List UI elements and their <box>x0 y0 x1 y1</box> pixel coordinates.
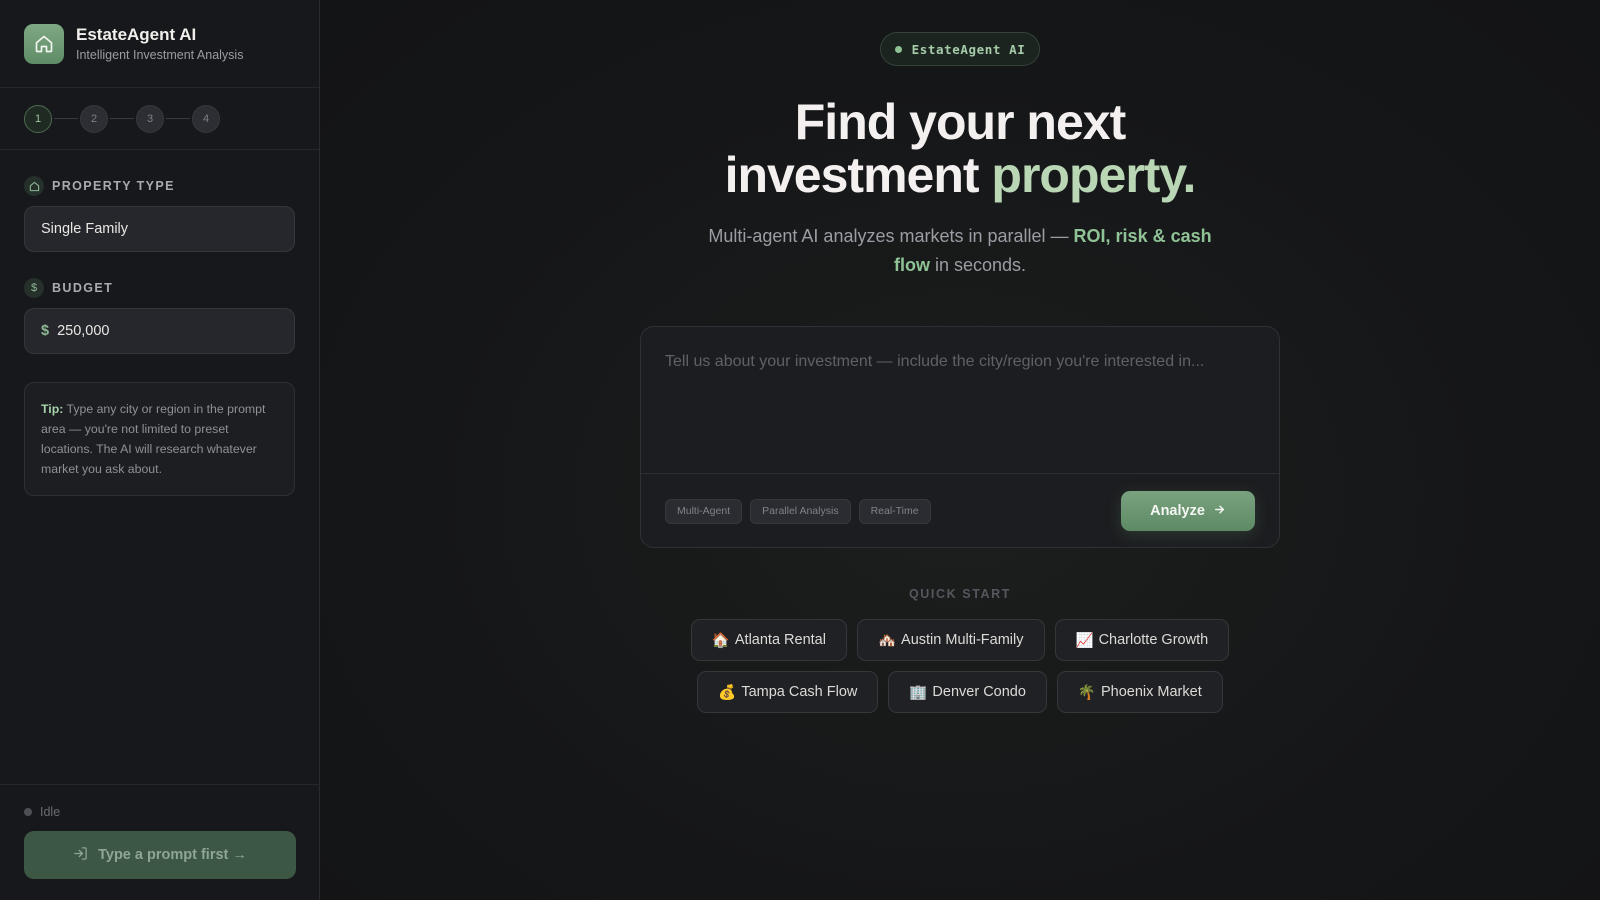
pill-dot <box>894 45 902 53</box>
quick-start-charlotte-growth[interactable]: 📈 Charlotte Growth <box>1054 619 1230 661</box>
palm-tree-icon: 🌴 <box>1077 684 1096 701</box>
budget-label: $ BUDGET <box>24 278 295 298</box>
hero-title-line2: investment <box>724 147 992 203</box>
hero-subtitle: Multi-agent AI analyzes markets in paral… <box>700 222 1220 280</box>
budget-input[interactable]: $ 250,000 <box>24 308 295 354</box>
step-connector <box>110 118 134 119</box>
houses-icon: 🏘️ <box>877 632 897 649</box>
quick-start-phoenix-market[interactable]: 🌴 Phoenix Market <box>1056 671 1223 713</box>
hero-sub-part1: Multi-agent AI analyzes markets in paral… <box>708 226 1074 246</box>
property-type-label: PROPERTY TYPE <box>24 176 295 196</box>
step-indicator: 1 2 3 4 <box>0 88 319 150</box>
money-bag-icon: 💰 <box>718 684 737 701</box>
brand-title: EstateAgent AI <box>76 25 197 44</box>
hero-title-line1: Find your next <box>794 94 1126 150</box>
quick-start-label: QUICK START <box>908 587 1012 601</box>
sidebar-footer: Idle Type a prompt first → <box>0 784 320 900</box>
quick-start-atlanta-rental[interactable]: 🏠 Atlanta Rental <box>690 619 847 661</box>
budget-value: 250,000 <box>57 323 110 339</box>
prompt-input[interactable] <box>641 327 1279 474</box>
chip-multi-agent: Multi-Agent <box>665 498 743 524</box>
hero-title: Find your next investment property. <box>320 96 1600 202</box>
currency-symbol: $ <box>41 323 50 339</box>
run-analysis-button[interactable]: Type a prompt first → <box>24 831 296 879</box>
hero: Find your next investment property. Mult… <box>320 96 1600 280</box>
quick-start-label: Atlanta Rental <box>734 632 826 648</box>
step-connector <box>54 118 78 119</box>
status-indicator: Idle <box>24 805 296 819</box>
quick-start-tampa-cash-flow[interactable]: 💰 Tampa Cash Flow <box>697 671 879 713</box>
hero-sub-part2: in seconds. <box>929 255 1027 275</box>
house-icon: 🏠 <box>711 632 730 649</box>
chip-real-time: Real-Time <box>858 498 931 524</box>
quick-start-denver-condo[interactable]: 🏢 Denver Condo <box>888 671 1047 713</box>
status-dot <box>24 808 32 816</box>
sidebar: EstateAgent AI Intelligent Investment An… <box>0 0 320 900</box>
step-4[interactable]: 4 <box>192 104 220 133</box>
home-icon <box>24 176 44 196</box>
tip-text: Type any city or region in the prompt ar… <box>41 402 266 476</box>
quick-start-label: Tampa Cash Flow <box>741 684 858 700</box>
property-type-value: Single Family <box>41 221 129 237</box>
tip-key: Tip: <box>41 402 64 416</box>
prompt-toolbar: Multi-Agent Parallel Analysis Real-Time … <box>641 474 1279 548</box>
quick-start-label: Charlotte Growth <box>1098 632 1209 648</box>
login-icon <box>73 846 88 864</box>
step-1[interactable]: 1 <box>24 104 52 133</box>
status-text: Idle <box>40 805 61 819</box>
chip-parallel-analysis: Parallel Analysis <box>750 498 851 524</box>
analyze-button[interactable]: Analyze <box>1121 491 1255 531</box>
quick-start-row-1: 🏠 Atlanta Rental 🏘️ Austin Multi-Family 📈 C… <box>320 619 1600 661</box>
property-type-select[interactable]: Single Family <box>24 206 295 252</box>
prompt-card: Multi-Agent Parallel Analysis Real-Time … <box>640 326 1280 548</box>
quick-start-label: Austin Multi-Family <box>901 632 1024 648</box>
step-2[interactable]: 2 <box>80 104 108 133</box>
quick-start-label: Denver Condo <box>932 684 1026 700</box>
step-3[interactable]: 3 <box>136 104 164 133</box>
brand-subtitle: Intelligent Investment Analysis <box>76 48 244 62</box>
quick-start-row-2: 💰 Tampa Cash Flow 🏢 Denver Condo 🌴 Phoenix … <box>320 671 1600 713</box>
arrow-right-icon <box>1213 503 1226 520</box>
office-building-icon: 🏢 <box>909 684 928 701</box>
brand-pill: EstateAgent AI <box>880 32 1040 66</box>
quick-start-austin-multi-family[interactable]: 🏘️ Austin Multi-Family <box>856 619 1045 661</box>
property-type-label-text: PROPERTY TYPE <box>52 179 175 193</box>
dollar-icon: $ <box>24 278 44 298</box>
analyze-label: Analyze <box>1150 503 1205 519</box>
hero-title-accent: property. <box>991 147 1196 203</box>
brand-header: EstateAgent AI Intelligent Investment An… <box>0 0 319 88</box>
quick-start-label: Phoenix Market <box>1100 684 1202 700</box>
main-area: EstateAgent AI Find your next investment… <box>320 0 1600 900</box>
tip-box: Tip: Type any city or region in the prom… <box>24 382 295 496</box>
run-analysis-label: Type a prompt first → <box>98 847 247 863</box>
brand-pill-label: EstateAgent AI <box>911 41 1026 57</box>
home-icon <box>24 23 64 64</box>
step-connector <box>166 118 190 119</box>
chart-up-icon: 📈 <box>1075 632 1094 649</box>
budget-label-text: BUDGET <box>52 281 114 295</box>
